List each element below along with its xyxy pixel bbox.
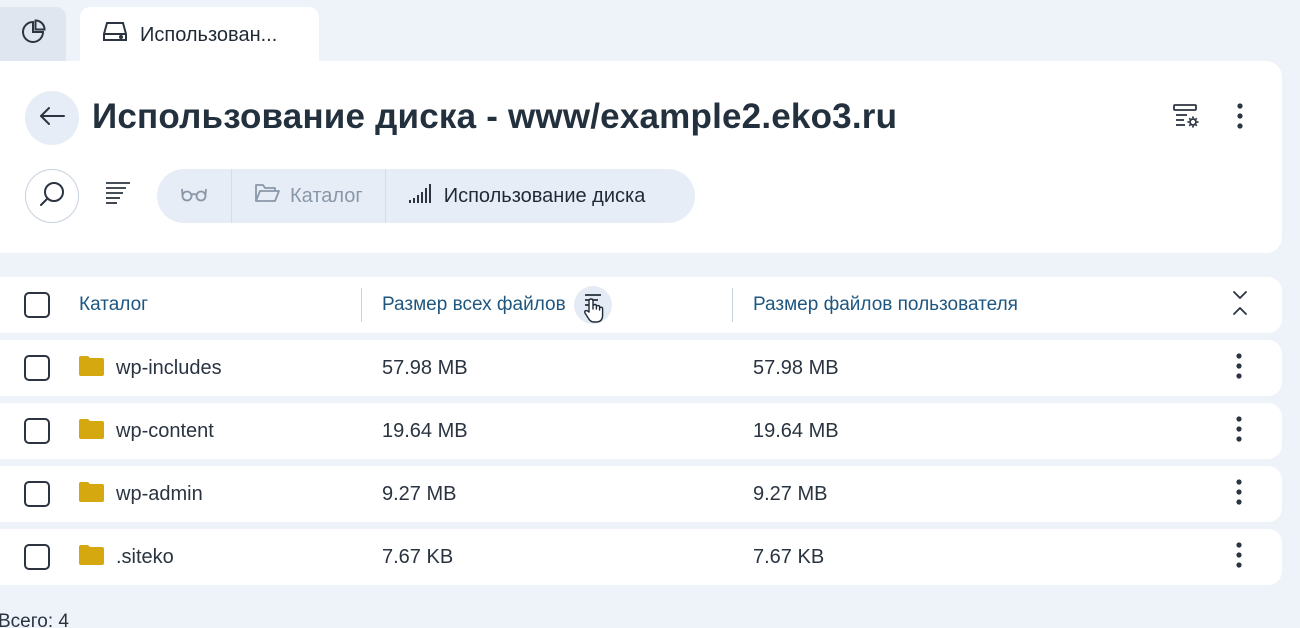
row-checkbox[interactable] [24, 355, 50, 381]
filter-lines-icon [105, 181, 131, 212]
breadcrumb-label: Каталог [290, 184, 363, 207]
table-row[interactable]: wp-includes 57.98 MB 57.98 MB [0, 340, 1282, 396]
total-count: Всего: 4 [0, 611, 69, 628]
expand-collapse-button[interactable] [1227, 290, 1253, 320]
row-menu-button[interactable] [1226, 541, 1252, 573]
total-size-cell: 19.64 MB [382, 419, 468, 442]
table-row[interactable]: .siteko 7.67 KB 7.67 KB [0, 529, 1282, 585]
folder-icon [79, 481, 104, 508]
folder-name: wp-content [116, 419, 214, 442]
select-all-checkbox[interactable] [24, 292, 50, 318]
folder-icon [79, 418, 104, 445]
folder-icon [79, 355, 104, 382]
name-cell[interactable]: wp-admin [79, 481, 203, 508]
folder-name: wp-admin [116, 482, 203, 505]
name-cell[interactable]: wp-content [79, 418, 214, 445]
table-header: Каталог Размер всех файлов Размер файлов… [0, 277, 1282, 333]
search-button[interactable] [25, 169, 79, 223]
breadcrumb-label: Использование диска [443, 184, 646, 207]
header-panel: Использование диска - www/example2.eko3.… [0, 61, 1282, 253]
folder-name: wp-includes [116, 356, 222, 379]
glasses-icon [181, 185, 207, 208]
arrow-left-icon [38, 106, 66, 131]
folder-name: .siteko [116, 545, 174, 568]
column-divider[interactable] [361, 288, 362, 322]
breadcrumb: Каталог Использование диска [157, 169, 695, 223]
tab-dashboard[interactable] [0, 7, 66, 61]
folder-icon [79, 544, 104, 571]
total-size-cell: 9.27 MB [382, 482, 457, 505]
kebab-menu-icon [1236, 541, 1242, 573]
pie-chart-icon [20, 18, 46, 50]
column-header-catalog[interactable]: Каталог [79, 294, 148, 316]
user-size-cell: 19.64 MB [753, 419, 839, 442]
row-menu-button[interactable] [1226, 478, 1252, 510]
breadcrumb-view[interactable] [157, 169, 232, 223]
kebab-menu-icon [1236, 352, 1242, 384]
table-settings-button[interactable] [1171, 103, 1201, 133]
tab-label: Использован... [140, 23, 278, 46]
kebab-menu-icon [1236, 478, 1242, 510]
chevron-expand-icon [1232, 289, 1248, 322]
column-header-user-size[interactable]: Размер файлов пользователя [753, 294, 1018, 316]
list-settings-icon [1172, 102, 1200, 135]
table-row[interactable]: wp-admin 9.27 MB 9.27 MB [0, 466, 1282, 522]
user-size-cell: 7.67 KB [753, 545, 825, 568]
column-label: Размер файлов пользователя [753, 294, 1018, 315]
total-size-cell: 7.67 KB [382, 545, 454, 568]
tab-disk-usage[interactable]: Использован... [80, 7, 319, 63]
breadcrumb-catalog[interactable]: Каталог [232, 169, 386, 223]
page-title: Использование диска - www/example2.eko3.… [92, 97, 898, 136]
user-size-cell: 9.27 MB [753, 482, 828, 505]
name-cell[interactable]: .siteko [79, 544, 174, 571]
back-button[interactable] [25, 91, 79, 145]
column-divider[interactable] [732, 288, 733, 322]
kebab-menu-icon [1236, 415, 1242, 447]
user-size-cell: 57.98 MB [753, 356, 839, 379]
column-label: Размер всех файлов [382, 294, 566, 315]
signal-bars-icon [408, 182, 434, 210]
hand-cursor-icon [583, 298, 605, 330]
filter-button[interactable] [103, 181, 133, 211]
hard-drive-icon [102, 21, 128, 49]
more-menu-button[interactable] [1225, 102, 1255, 134]
total-size-cell: 57.98 MB [382, 356, 468, 379]
row-checkbox[interactable] [24, 481, 50, 507]
sort-button[interactable] [573, 286, 612, 324]
folder-open-icon [254, 182, 280, 210]
breadcrumb-disk-usage: Использование диска [386, 169, 668, 223]
search-icon [38, 180, 66, 213]
table-row[interactable]: wp-content 19.64 MB 19.64 MB [0, 403, 1282, 459]
row-menu-button[interactable] [1226, 352, 1252, 384]
name-cell[interactable]: wp-includes [79, 355, 222, 382]
kebab-menu-icon [1237, 102, 1243, 134]
row-checkbox[interactable] [24, 418, 50, 444]
row-menu-button[interactable] [1226, 415, 1252, 447]
column-label: Каталог [79, 294, 149, 315]
row-checkbox[interactable] [24, 544, 50, 570]
column-header-total-size[interactable]: Размер всех файлов [382, 286, 612, 324]
